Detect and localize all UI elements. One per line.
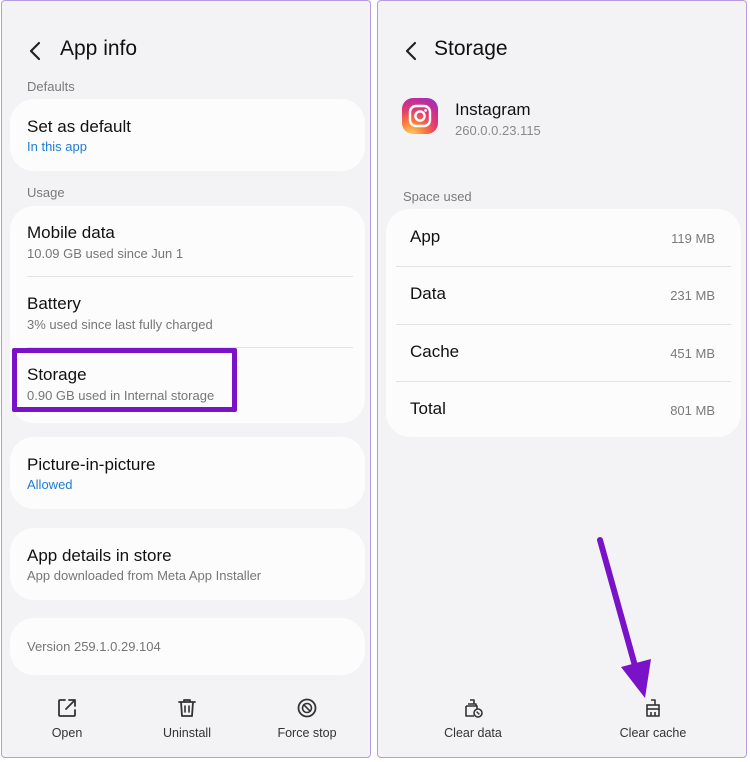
section-label-defaults: Defaults [27,79,75,94]
app-version: 260.0.0.23.115 [455,123,541,138]
section-label-usage: Usage [27,185,65,200]
storage-header: Storage [378,31,746,71]
clear-cache-icon [646,699,660,717]
storage-bottom-bar: Clear data Clear cache [378,697,746,747]
clear-cache-label: Clear cache [619,726,687,740]
clear-data-icon [465,699,483,718]
storage-row-label: Data [410,284,446,303]
open-label: Open [51,726,83,740]
set-as-default-title: Set as default [27,117,131,136]
storage-row-value: 231 MB [670,288,715,303]
force-stop-icon [297,698,317,718]
clear-cache-button[interactable]: Clear cache [598,697,708,740]
app-details-in-store-item[interactable]: App details in store App downloaded from… [10,528,365,600]
storage-row-label: Total [410,399,446,418]
app-info-header: App info [2,31,370,71]
picture-in-picture-item[interactable]: Picture-in-picture Allowed [10,437,365,509]
battery-title: Battery [27,294,81,313]
app-info-bottom-bar: Open Uninstall Force stop [2,697,370,747]
instagram-camera-icon [408,104,432,128]
storage-row-data: Data 231 MB [386,267,741,324]
set-as-default-subtitle: In this app [27,139,87,154]
page-title: Storage [434,37,508,60]
storage-row-app: App 119 MB [386,209,741,266]
back-arrow-icon[interactable] [400,39,424,63]
uninstall-label: Uninstall [163,726,211,740]
clear-data-button[interactable]: Clear data [418,697,528,740]
storage-screen: Storage Instagram 260.0.0.23.115 Space u… [377,0,747,758]
app-name: Instagram [455,100,531,119]
mobile-data-item[interactable]: Mobile data 10.09 GB used since Jun 1 [10,206,365,276]
pip-title: Picture-in-picture [27,455,156,474]
mobile-data-title: Mobile data [27,223,115,242]
trash-icon [178,699,196,717]
storage-row-label: App [410,227,441,246]
store-title: App details in store [27,546,172,565]
open-external-icon [58,699,76,717]
open-button[interactable]: Open [12,697,122,740]
space-used-card: App 119 MB Data 231 MB Cache 451 MB Tota… [386,209,741,437]
force-stop-button[interactable]: Force stop [252,697,362,740]
uninstall-button[interactable]: Uninstall [132,697,242,740]
storage-row-value: 801 MB [670,403,715,418]
battery-subtitle: 3% used since last fully charged [27,317,213,332]
storage-highlight-box [12,348,237,412]
pip-subtitle: Allowed [27,477,73,492]
storage-row-label: Cache [410,342,460,361]
version-text: Version 259.1.0.29.104 [27,639,161,654]
instagram-app-icon [402,98,438,134]
storage-row-value: 119 MB [671,231,715,246]
force-stop-label: Force stop [277,726,337,740]
storage-row-value: 451 MB [670,346,715,361]
storage-row-total: Total 801 MB [386,382,741,437]
page-title: App info [60,37,138,60]
mobile-data-subtitle: 10.09 GB used since Jun 1 [27,246,184,261]
set-as-default-item[interactable]: Set as default In this app [10,99,365,171]
section-label-space-used: Space used [403,189,472,204]
store-subtitle: App downloaded from Meta App Installer [27,568,262,583]
back-arrow-icon[interactable] [24,39,48,63]
version-card: Version 259.1.0.29.104 [10,618,365,675]
clear-data-label: Clear data [444,726,502,740]
battery-item[interactable]: Battery 3% used since last fully charged [10,277,365,347]
storage-row-cache: Cache 451 MB [386,325,741,382]
